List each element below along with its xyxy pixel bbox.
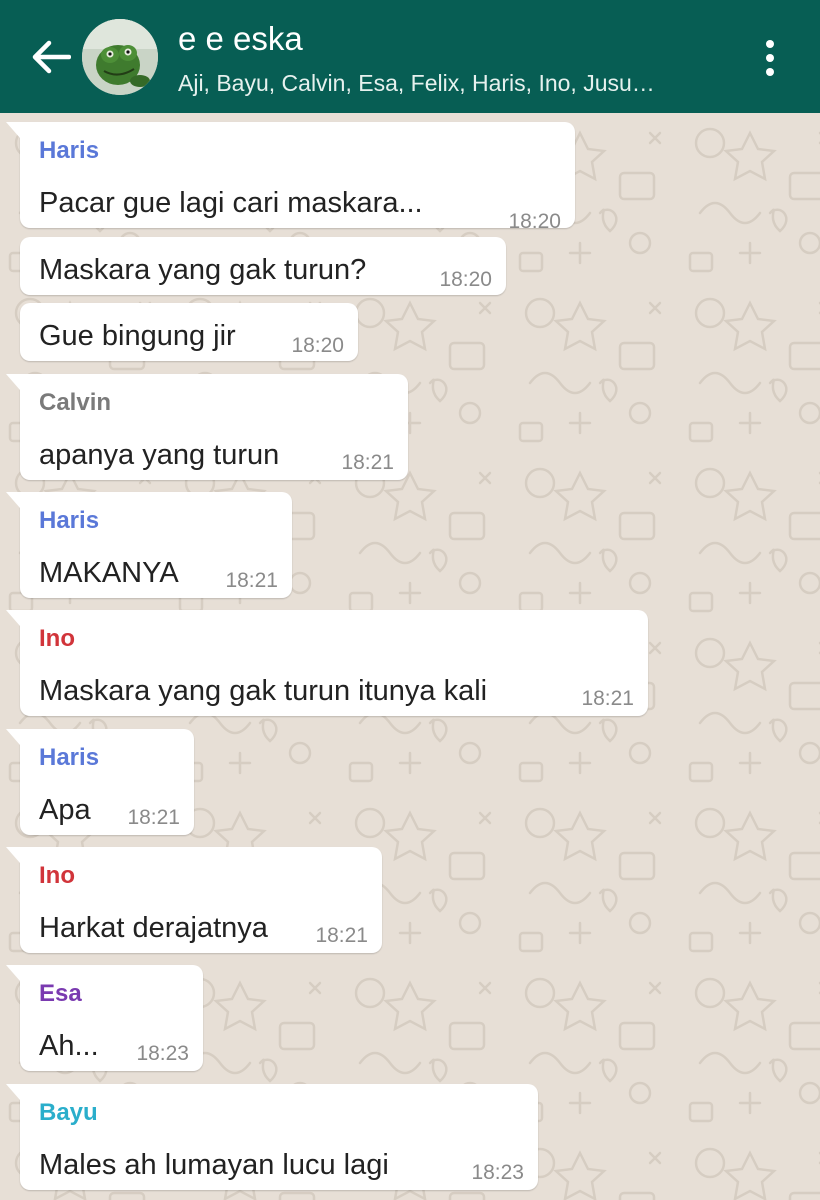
message-text: MAKANYA (39, 557, 179, 589)
group-avatar[interactable] (82, 19, 158, 95)
message-bubble[interactable]: Haris Apa 18:21 (6, 729, 194, 835)
message-time: 18:23 (136, 1042, 189, 1065)
message-time: 18:20 (439, 268, 492, 291)
message-time: 18:20 (291, 334, 344, 357)
chat-header: e e eska Aji, Bayu, Calvin, Esa, Felix, … (0, 0, 820, 113)
message-time: 18:21 (225, 569, 278, 592)
message-text: Harkat derajatnya (39, 912, 268, 944)
sender-name[interactable]: Haris (39, 744, 99, 772)
sender-name[interactable]: Bayu (39, 1099, 98, 1127)
more-vert-icon (766, 40, 774, 48)
message-time: 18:21 (341, 451, 394, 474)
message-bubble[interactable]: Ino Maskara yang gak turun itunya kali 1… (6, 610, 648, 716)
message-time: 18:21 (315, 924, 368, 947)
message-time: 18:21 (581, 687, 634, 710)
message-text: Gue bingung jir (39, 320, 236, 352)
message-text: Males ah lumayan lucu lagi (39, 1149, 389, 1181)
message-bubble[interactable]: Haris MAKANYA 18:21 (6, 492, 292, 598)
back-button[interactable] (26, 32, 76, 82)
frog-avatar-image (82, 19, 158, 95)
message-text: Apa (39, 794, 91, 826)
more-options-button[interactable] (752, 34, 788, 82)
sender-name[interactable]: Calvin (39, 389, 111, 417)
sender-name[interactable]: Ino (39, 625, 75, 653)
chat-title[interactable]: e e eska (178, 20, 303, 58)
message-bubble[interactable]: Calvin apanya yang turun 18:21 (6, 374, 408, 480)
message-bubble[interactable]: Bayu Males ah lumayan lucu lagi 18:23 (6, 1084, 538, 1190)
message-text: Ah... (39, 1030, 99, 1062)
message-bubble[interactable]: Maskara yang gak turun? 18:20 (20, 237, 506, 295)
message-text: Pacar gue lagi cari maskara... (39, 187, 423, 219)
message-time: 18:23 (471, 1161, 524, 1184)
sender-name[interactable]: Haris (39, 137, 99, 165)
message-text: Maskara yang gak turun itunya kali (39, 675, 488, 707)
message-time: 18:20 (508, 210, 561, 233)
sender-name[interactable]: Haris (39, 507, 99, 535)
message-time: 18:21 (127, 806, 180, 829)
message-bubble[interactable]: Ino Harkat derajatnya 18:21 (6, 847, 382, 953)
sender-name[interactable]: Ino (39, 862, 75, 890)
arrow-left-icon (32, 40, 71, 74)
message-text: Maskara yang gak turun? (39, 254, 367, 286)
message-text: apanya yang turun (39, 439, 280, 471)
sender-name[interactable]: Esa (39, 980, 82, 1008)
message-bubble[interactable]: Haris Pacar gue lagi cari maskara... 18:… (6, 122, 575, 233)
message-bubble[interactable]: Gue bingung jir 18:20 (20, 303, 358, 361)
chat-message-list[interactable]: Haris Pacar gue lagi cari maskara... 18:… (0, 113, 820, 1200)
message-bubble[interactable]: Esa Ah... 18:23 (6, 965, 203, 1071)
chat-participants[interactable]: Aji, Bayu, Calvin, Esa, Felix, Haris, In… (178, 70, 718, 97)
